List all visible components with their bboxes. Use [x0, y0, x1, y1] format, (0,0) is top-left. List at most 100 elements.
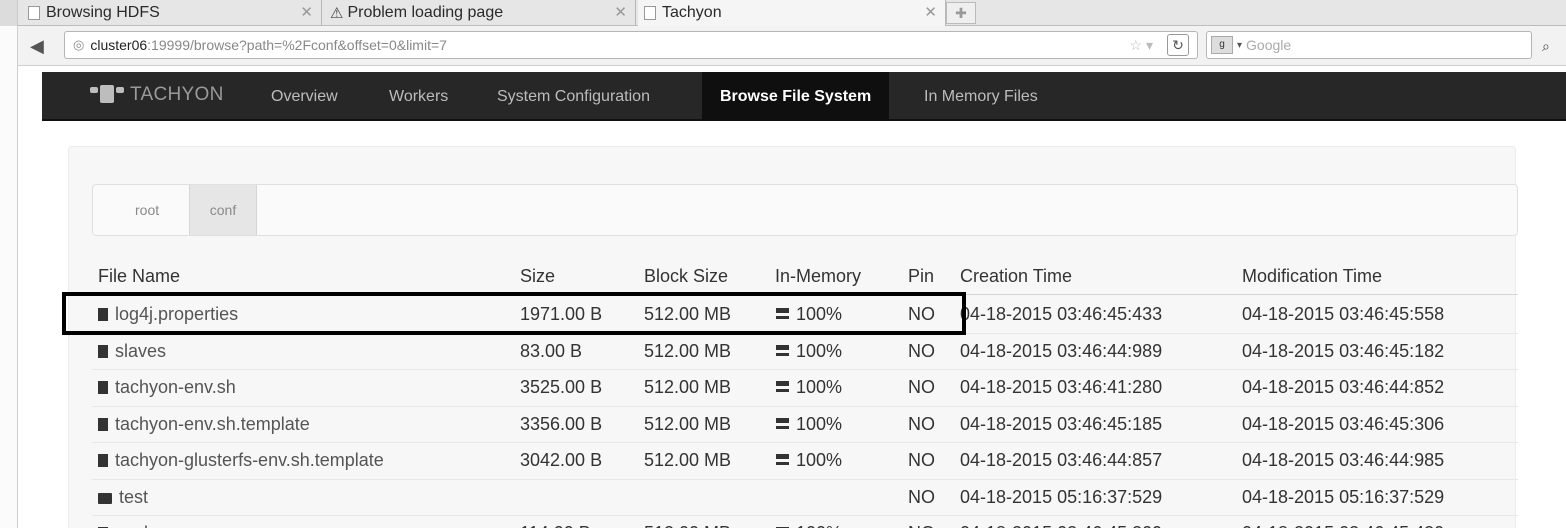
file-name-cell[interactable]: tachyon-env.sh.template [98, 414, 310, 435]
close-icon[interactable]: ✕ [614, 3, 627, 21]
col-header-pin[interactable]: Pin [908, 266, 934, 287]
search-binoculars-icon[interactable]: ⌕ [1542, 38, 1550, 55]
window-left-edge [0, 26, 18, 528]
in-memory-cell: 100% [776, 377, 842, 398]
modification-time-cell: 04-18-2015 03:46:45:430 [1242, 523, 1444, 528]
file-name-cell[interactable]: workers [98, 523, 178, 528]
nav-in-memory-files[interactable]: In Memory Files [924, 72, 1038, 121]
in-memory-cell: 100% [776, 414, 842, 435]
pin-cell: NO [908, 340, 935, 361]
file-icon [98, 381, 108, 394]
table-row: tachyon-env.sh.template 3356.00 B 512.00 M… [92, 406, 1518, 442]
block-size-cell: 512.00 MB [644, 377, 732, 397]
tab-label: Problem loading page [347, 4, 504, 21]
reload-icon[interactable]: ↻ [1167, 34, 1189, 56]
pin-cell: NO [908, 377, 935, 397]
modification-time-cell: 04-18-2015 05:16:37:529 [1242, 486, 1445, 507]
block-size-cell: 512.00 MB [644, 450, 732, 470]
creation-time-cell: 04-18-2015 03:46:41:280 [960, 377, 1163, 397]
col-header-size[interactable]: Size [520, 266, 555, 287]
creation-time-cell: 04-18-2015 03:46:44:857 [960, 450, 1163, 470]
folder-icon [98, 492, 112, 504]
file-name-cell[interactable]: tachyon-glusterfs-env.sh.template [98, 450, 384, 471]
size-cell: 83.00 B [520, 340, 583, 361]
file-name-text[interactable]: test [119, 487, 148, 507]
chevron-down-icon[interactable]: ▾ [1237, 40, 1242, 51]
creation-time-cell: 04-18-2015 03:46:45:309 [960, 523, 1162, 528]
url-bar[interactable]: ◎ cluster06 :19999/browse?path=%2Fconf&o… [64, 31, 1198, 59]
memory-icon [776, 381, 789, 392]
file-name-text[interactable]: slaves [115, 341, 166, 361]
bookmark-star-icon[interactable]: ☆ ▾ [1130, 37, 1153, 54]
memory-icon [776, 344, 789, 356]
col-header-in-memory[interactable]: In-Memory [775, 266, 861, 287]
page-icon [28, 6, 40, 20]
file-name-text[interactable]: tachyon-env.sh [115, 377, 236, 397]
memory-icon [776, 417, 789, 429]
table-row: tachyon-glusterfs-env.sh.template 3042.00… [92, 442, 1518, 478]
in-memory-text: 100% [796, 413, 843, 434]
nav-overview[interactable]: Overview [271, 72, 338, 121]
modification-time-cell: 04-18-2015 03:46:45:182 [1242, 340, 1445, 361]
block-size-cell: 512.00 MB [644, 340, 732, 361]
file-name-cell[interactable]: test [98, 487, 148, 508]
file-icon [98, 344, 108, 358]
nav-workers[interactable]: Workers [389, 72, 448, 121]
url-path: :19999/browse?path=%2Fconf&offset=0&limi… [147, 37, 447, 53]
highlight-box [62, 292, 966, 335]
size-cell: 3042.00 B [520, 450, 603, 470]
file-name-text[interactable]: workers [115, 523, 178, 528]
file-name-cell[interactable]: slaves [98, 341, 166, 362]
col-header-file-name[interactable]: File Name [98, 266, 180, 287]
modification-time-cell: 04-18-2015 03:46:44:985 [1242, 450, 1445, 470]
table-row: tachyon-env.sh 3525.00 B 512.00 MB 100% NO 04… [92, 369, 1518, 405]
in-memory-text: 100% [796, 340, 843, 361]
pin-cell: NO [908, 450, 935, 470]
block-size-cell: 512.00 MB [644, 413, 732, 434]
creation-time-cell: 04-18-2015 03:46:45:433 [960, 304, 1163, 324]
col-header-block-size[interactable]: Block Size [644, 266, 728, 287]
page-icon [644, 6, 656, 20]
pin-cell: NO [908, 413, 935, 434]
back-arrow-icon[interactable]: ◀ [30, 36, 44, 57]
in-memory-cell: 100% [776, 450, 842, 471]
breadcrumb-conf[interactable]: conf [189, 185, 257, 235]
browser-tab-browsing-hdfs[interactable]: Browsing HDFS ✕ [22, 0, 322, 26]
modification-time-cell: 04-18-2015 03:46:44:852 [1242, 377, 1445, 397]
file-name-text[interactable]: tachyon-glusterfs-env.sh.template [115, 450, 384, 470]
in-memory-text: 100% [796, 450, 843, 470]
browser-tab-problem-loading[interactable]: ⚠ Problem loading page ✕ [324, 0, 636, 26]
tachyon-logo-icon [90, 85, 124, 105]
url-host: cluster06 [90, 37, 148, 53]
in-memory-cell: 100% [776, 341, 842, 362]
tab-label: Tachyon [662, 4, 722, 21]
modification-time-cell: 04-18-2015 03:46:45:306 [1242, 413, 1445, 434]
new-tab-icon[interactable]: ✚ [946, 2, 976, 24]
pin-cell: NO [908, 486, 935, 507]
breadcrumb-root[interactable]: root [135, 185, 159, 235]
tachyon-logo[interactable]: TACHYON [90, 84, 224, 106]
tab-label: Browsing HDFS [46, 4, 160, 21]
search-engine-icon[interactable]: g [1211, 36, 1233, 54]
table-row: test NO 04-18-2015 05:16:37:529 04-18-2015 … [92, 479, 1518, 515]
browser-tab-strip: Browsing HDFS ✕ ⚠ Problem loading page ✕… [0, 0, 1566, 26]
nav-browse-file-system[interactable]: Browse File System [702, 72, 890, 121]
file-name-cell[interactable]: tachyon-env.sh [98, 377, 236, 398]
creation-time-cell: 04-18-2015 03:46:45:185 [960, 413, 1163, 434]
search-bar[interactable]: g ▾ Google [1206, 31, 1532, 59]
browser-tab-tachyon[interactable]: Tachyon ✕ [638, 0, 946, 26]
col-header-creation-time[interactable]: Creation Time [960, 266, 1072, 287]
close-icon[interactable]: ✕ [300, 3, 313, 21]
creation-time-cell: 04-18-2015 05:16:37:529 [960, 486, 1163, 507]
file-icon [98, 417, 108, 431]
browser-nav-bar: ◀ ◎ cluster06 :19999/browse?path=%2Fconf… [0, 26, 1566, 66]
modification-time-cell: 04-18-2015 03:46:45:558 [1242, 304, 1445, 324]
file-name-text[interactable]: tachyon-env.sh.template [115, 414, 310, 434]
col-header-modification-time[interactable]: Modification Time [1242, 266, 1382, 287]
nav-system-configuration[interactable]: System Configuration [497, 72, 650, 121]
file-icon [98, 454, 108, 467]
logo-text: TACHYON [130, 84, 224, 105]
site-identity-icon[interactable]: ◎ [73, 37, 84, 53]
close-icon[interactable]: ✕ [924, 3, 937, 21]
app-top-bar: TACHYON Overview Workers System Configur… [42, 72, 1566, 121]
